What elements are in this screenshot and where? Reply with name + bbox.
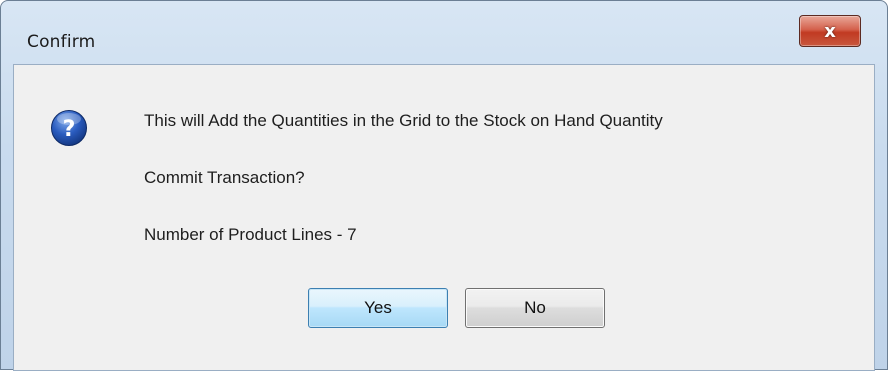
confirm-dialog: Confirm x ? This will Add the Quantities… bbox=[0, 0, 888, 371]
yes-button-label: Yes bbox=[364, 298, 392, 317]
no-button[interactable]: No bbox=[465, 288, 605, 328]
message-line-question: Commit Transaction? bbox=[144, 168, 305, 187]
svg-text:?: ? bbox=[63, 117, 76, 142]
message-line-count: Number of Product Lines - 7 bbox=[144, 225, 357, 244]
question-icon: ? bbox=[51, 110, 87, 146]
yes-button[interactable]: Yes bbox=[308, 288, 448, 328]
message-area: ? This will Add the Quantities in the Gr… bbox=[14, 65, 874, 370]
title-bar[interactable]: Confirm x bbox=[1, 1, 887, 52]
dialog-body: ? This will Add the Quantities in the Gr… bbox=[13, 64, 875, 371]
close-icon: x bbox=[824, 20, 836, 42]
dialog-title: Confirm bbox=[27, 32, 96, 52]
close-button[interactable]: x bbox=[799, 15, 861, 47]
no-button-label: No bbox=[524, 298, 546, 317]
message-line-main: This will Add the Quantities in the Grid… bbox=[144, 111, 663, 130]
